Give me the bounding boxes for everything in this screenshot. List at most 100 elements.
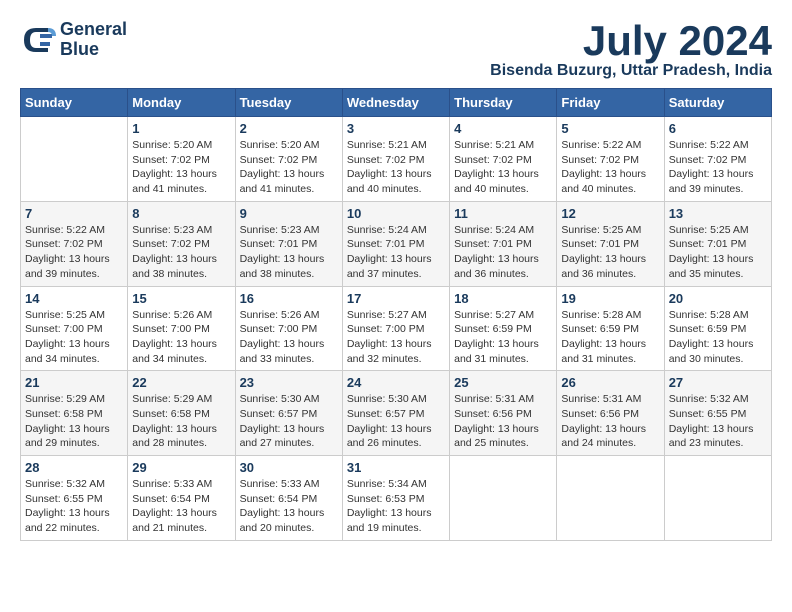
day-number: 12 <box>561 206 659 221</box>
day-info: Sunrise: 5:24 AM Sunset: 7:01 PM Dayligh… <box>454 223 552 282</box>
day-info: Sunrise: 5:27 AM Sunset: 6:59 PM Dayligh… <box>454 308 552 367</box>
calendar-cell: 8 Sunrise: 5:23 AM Sunset: 7:02 PM Daylig… <box>128 201 235 286</box>
day-info: Sunrise: 5:23 AM Sunset: 7:02 PM Dayligh… <box>132 223 230 282</box>
day-info: Sunrise: 5:30 AM Sunset: 6:57 PM Dayligh… <box>240 392 338 451</box>
day-number: 13 <box>669 206 767 221</box>
week-row-4: 21 Sunrise: 5:29 AM Sunset: 6:58 PM Dayli… <box>21 371 772 456</box>
day-number: 17 <box>347 291 445 306</box>
week-row-5: 28 Sunrise: 5:32 AM Sunset: 6:55 PM Dayli… <box>21 456 772 541</box>
location: Bisenda Buzurg, Uttar Pradesh, India <box>490 62 772 80</box>
day-number: 21 <box>25 375 123 390</box>
calendar-cell <box>557 456 664 541</box>
weekday-header-saturday: Saturday <box>664 89 771 117</box>
day-number: 4 <box>454 121 552 136</box>
day-number: 16 <box>240 291 338 306</box>
calendar-cell: 20 Sunrise: 5:28 AM Sunset: 6:59 PM Dayli… <box>664 286 771 371</box>
day-number: 24 <box>347 375 445 390</box>
day-info: Sunrise: 5:22 AM Sunset: 7:02 PM Dayligh… <box>561 138 659 197</box>
day-info: Sunrise: 5:25 AM Sunset: 7:01 PM Dayligh… <box>561 223 659 282</box>
day-info: Sunrise: 5:27 AM Sunset: 7:00 PM Dayligh… <box>347 308 445 367</box>
calendar-cell: 19Sunrise: 5:28 AM Sunset: 6:59 PM Dayli… <box>557 286 664 371</box>
weekday-header-sunday: Sunday <box>21 89 128 117</box>
day-number: 23 <box>240 375 338 390</box>
day-number: 7 <box>25 206 123 221</box>
day-info: Sunrise: 5:28 AM Sunset: 6:59 PM Dayligh… <box>669 308 767 367</box>
day-number: 3 <box>347 121 445 136</box>
calendar-cell: 1 Sunrise: 5:20 AM Sunset: 7:02 PM Daylig… <box>128 117 235 202</box>
day-info: Sunrise: 5:31 AM Sunset: 6:56 PM Dayligh… <box>454 392 552 451</box>
day-number: 28 <box>25 460 123 475</box>
day-info: Sunrise: 5:29 AM Sunset: 6:58 PM Dayligh… <box>25 392 123 451</box>
day-info: Sunrise: 5:22 AM Sunset: 7:02 PM Dayligh… <box>25 223 123 282</box>
day-info: Sunrise: 5:33 AM Sunset: 6:54 PM Dayligh… <box>132 477 230 536</box>
week-row-3: 14 Sunrise: 5:25 AM Sunset: 7:00 PM Dayli… <box>21 286 772 371</box>
day-info: Sunrise: 5:34 AM Sunset: 6:53 PM Dayligh… <box>347 477 445 536</box>
month-year: July 2024 <box>490 20 772 62</box>
calendar-cell: 7 Sunrise: 5:22 AM Sunset: 7:02 PM Daylig… <box>21 201 128 286</box>
day-info: Sunrise: 5:33 AM Sunset: 6:54 PM Dayligh… <box>240 477 338 536</box>
calendar-cell: 13 Sunrise: 5:25 AM Sunset: 7:01 PM Dayli… <box>664 201 771 286</box>
day-info: Sunrise: 5:23 AM Sunset: 7:01 PM Dayligh… <box>240 223 338 282</box>
day-number: 20 <box>669 291 767 306</box>
calendar-cell: 10Sunrise: 5:24 AM Sunset: 7:01 PM Dayli… <box>342 201 449 286</box>
calendar-cell <box>450 456 557 541</box>
day-info: Sunrise: 5:20 AM Sunset: 7:02 PM Dayligh… <box>132 138 230 197</box>
day-number: 11 <box>454 206 552 221</box>
day-info: Sunrise: 5:25 AM Sunset: 7:01 PM Dayligh… <box>669 223 767 282</box>
day-number: 8 <box>132 206 230 221</box>
day-number: 5 <box>561 121 659 136</box>
calendar-cell: 3 Sunrise: 5:21 AM Sunset: 7:02 PM Daylig… <box>342 117 449 202</box>
day-info: Sunrise: 5:32 AM Sunset: 6:55 PM Dayligh… <box>25 477 123 536</box>
day-number: 26 <box>561 375 659 390</box>
day-info: Sunrise: 5:31 AM Sunset: 6:56 PM Dayligh… <box>561 392 659 451</box>
calendar-cell: 29 Sunrise: 5:33 AM Sunset: 6:54 PM Dayli… <box>128 456 235 541</box>
calendar-cell: 5 Sunrise: 5:22 AM Sunset: 7:02 PM Daylig… <box>557 117 664 202</box>
calendar-cell: 6 Sunrise: 5:22 AM Sunset: 7:02 PM Daylig… <box>664 117 771 202</box>
weekday-header-friday: Friday <box>557 89 664 117</box>
weekday-header-wednesday: Wednesday <box>342 89 449 117</box>
calendar-cell: 30Sunrise: 5:33 AM Sunset: 6:54 PM Dayli… <box>235 456 342 541</box>
day-info: Sunrise: 5:32 AM Sunset: 6:55 PM Dayligh… <box>669 392 767 451</box>
day-info: Sunrise: 5:22 AM Sunset: 7:02 PM Dayligh… <box>669 138 767 197</box>
calendar-cell: 14 Sunrise: 5:25 AM Sunset: 7:00 PM Dayli… <box>21 286 128 371</box>
weekday-header-tuesday: Tuesday <box>235 89 342 117</box>
calendar-cell: 25 Sunrise: 5:31 AM Sunset: 6:56 PM Dayli… <box>450 371 557 456</box>
calendar-table: SundayMondayTuesdayWednesdayThursdayFrid… <box>20 88 772 541</box>
title-section: July 2024 Bisenda Buzurg, Uttar Pradesh,… <box>490 20 772 80</box>
day-number: 22 <box>132 375 230 390</box>
day-info: Sunrise: 5:20 AM Sunset: 7:02 PM Dayligh… <box>240 138 338 197</box>
calendar-cell <box>664 456 771 541</box>
day-info: Sunrise: 5:29 AM Sunset: 6:58 PM Dayligh… <box>132 392 230 451</box>
day-info: Sunrise: 5:25 AM Sunset: 7:00 PM Dayligh… <box>25 308 123 367</box>
day-info: Sunrise: 5:28 AM Sunset: 6:59 PM Dayligh… <box>561 308 659 367</box>
day-number: 14 <box>25 291 123 306</box>
week-row-1: 1 Sunrise: 5:20 AM Sunset: 7:02 PM Daylig… <box>21 117 772 202</box>
weekday-header-monday: Monday <box>128 89 235 117</box>
logo-icon <box>20 22 56 58</box>
logo-line1: General <box>60 20 127 40</box>
day-number: 18 <box>454 291 552 306</box>
logo-line2: Blue <box>60 40 127 60</box>
day-number: 25 <box>454 375 552 390</box>
day-info: Sunrise: 5:21 AM Sunset: 7:02 PM Dayligh… <box>347 138 445 197</box>
page-header: General Blue July 2024 Bisenda Buzurg, U… <box>20 20 772 80</box>
day-number: 15 <box>132 291 230 306</box>
day-number: 29 <box>132 460 230 475</box>
day-number: 6 <box>669 121 767 136</box>
calendar-cell: 21 Sunrise: 5:29 AM Sunset: 6:58 PM Dayli… <box>21 371 128 456</box>
day-number: 2 <box>240 121 338 136</box>
calendar-cell: 15Sunrise: 5:26 AM Sunset: 7:00 PM Dayli… <box>128 286 235 371</box>
weekday-header-row: SundayMondayTuesdayWednesdayThursdayFrid… <box>21 89 772 117</box>
logo-text: General Blue <box>60 20 127 60</box>
calendar-cell: 23 Sunrise: 5:30 AM Sunset: 6:57 PM Dayli… <box>235 371 342 456</box>
calendar-cell <box>21 117 128 202</box>
day-number: 1 <box>132 121 230 136</box>
day-info: Sunrise: 5:30 AM Sunset: 6:57 PM Dayligh… <box>347 392 445 451</box>
calendar-cell: 28 Sunrise: 5:32 AM Sunset: 6:55 PM Dayli… <box>21 456 128 541</box>
weekday-header-thursday: Thursday <box>450 89 557 117</box>
day-info: Sunrise: 5:26 AM Sunset: 7:00 PM Dayligh… <box>240 308 338 367</box>
calendar-cell: 16 Sunrise: 5:26 AM Sunset: 7:00 PM Dayli… <box>235 286 342 371</box>
calendar-cell: 12 Sunrise: 5:25 AM Sunset: 7:01 PM Dayli… <box>557 201 664 286</box>
calendar-cell: 18 Sunrise: 5:27 AM Sunset: 6:59 PM Dayli… <box>450 286 557 371</box>
day-info: Sunrise: 5:21 AM Sunset: 7:02 PM Dayligh… <box>454 138 552 197</box>
